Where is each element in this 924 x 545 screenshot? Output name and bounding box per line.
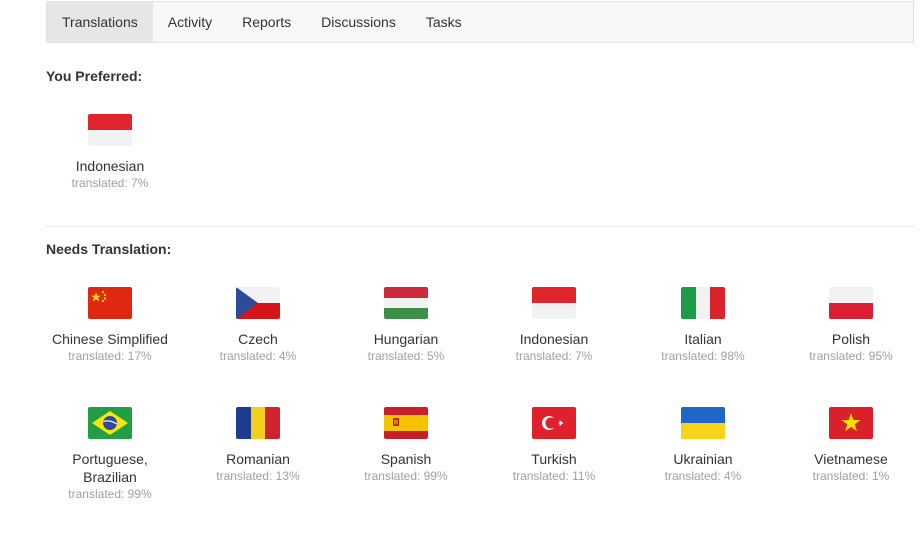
vietnam-flag-icon <box>829 407 873 439</box>
poland-flag-icon <box>829 287 873 319</box>
spain-flag-icon <box>384 407 428 439</box>
tab-tasks[interactable]: Tasks <box>411 2 477 42</box>
language-progress: translated: 4% <box>219 349 297 363</box>
language-item-hungarian[interactable]: Hungarian translated: 5% <box>332 287 480 364</box>
tab-discussions[interactable]: Discussions <box>306 2 411 42</box>
language-progress: translated: 98% <box>661 349 745 363</box>
language-name: Chinese Simplified <box>52 331 168 347</box>
language-progress: translated: 13% <box>216 469 300 483</box>
language-progress: translated: 17% <box>68 349 152 363</box>
romania-flag-icon <box>236 407 280 439</box>
language-item-polish[interactable]: Polish translated: 95% <box>777 287 924 364</box>
italy-flag-icon <box>681 287 725 319</box>
language-item-vietnamese[interactable]: Vietnamese translated: 1% <box>777 407 924 484</box>
indonesia-flag-icon <box>532 287 576 319</box>
language-name: Turkish <box>531 451 577 467</box>
china-flag-icon <box>88 287 132 319</box>
tab-bar: Translations Activity Reports Discussion… <box>46 1 914 43</box>
tab-translations[interactable]: Translations <box>47 2 153 42</box>
language-progress: translated: 1% <box>812 469 890 483</box>
language-name: Polish <box>831 331 871 347</box>
language-item-romanian[interactable]: Romanian translated: 13% <box>184 407 332 484</box>
language-name: Vietnamese <box>814 451 888 467</box>
language-progress: translated: 7% <box>71 176 149 190</box>
language-item-czech[interactable]: Czech translated: 4% <box>184 287 332 364</box>
language-item-chinese-simplified[interactable]: Chinese Simplified translated: 17% <box>36 287 184 364</box>
language-name: Italian <box>684 331 722 347</box>
language-name: Portuguese, Brazilian <box>72 451 148 485</box>
needs-section-title: Needs Translation: <box>46 241 172 257</box>
czech-flag-icon <box>236 287 280 319</box>
tab-reports[interactable]: Reports <box>227 2 306 42</box>
language-name: Ukrainian <box>673 451 733 467</box>
brazil-flag-icon <box>88 407 132 439</box>
language-item-preferred-indonesian[interactable]: Indonesian translated: 7% <box>36 114 184 191</box>
turkey-flag-icon <box>532 407 576 439</box>
language-progress: translated: 4% <box>664 469 742 483</box>
language-item-turkish[interactable]: Turkish translated: 11% <box>480 407 628 484</box>
language-name: Indonesian <box>75 158 145 174</box>
language-name: Spanish <box>380 451 432 467</box>
language-name: Czech <box>238 331 278 347</box>
language-progress: translated: 7% <box>515 349 593 363</box>
preferred-section-title: You Preferred: <box>46 68 143 84</box>
tab-activity[interactable]: Activity <box>153 2 227 42</box>
language-item-spanish[interactable]: Spanish translated: 99% <box>332 407 480 484</box>
language-progress: translated: 11% <box>512 469 596 483</box>
language-name: Romanian <box>226 451 290 467</box>
hungary-flag-icon <box>384 287 428 319</box>
language-name: Hungarian <box>373 331 439 347</box>
language-name: Indonesian <box>519 331 589 347</box>
language-progress: translated: 95% <box>809 349 893 363</box>
section-divider <box>46 226 914 227</box>
language-progress: translated: 99% <box>68 487 152 501</box>
language-item-portuguese-brazilian[interactable]: Portuguese, Brazilian translated: 99% <box>36 407 184 502</box>
language-progress: translated: 5% <box>367 349 445 363</box>
indonesia-flag-icon <box>88 114 132 146</box>
language-item-ukrainian[interactable]: Ukrainian translated: 4% <box>629 407 777 484</box>
language-item-indonesian[interactable]: Indonesian translated: 7% <box>480 287 628 364</box>
language-progress: translated: 99% <box>364 469 448 483</box>
language-item-italian[interactable]: Italian translated: 98% <box>629 287 777 364</box>
ukraine-flag-icon <box>681 407 725 439</box>
